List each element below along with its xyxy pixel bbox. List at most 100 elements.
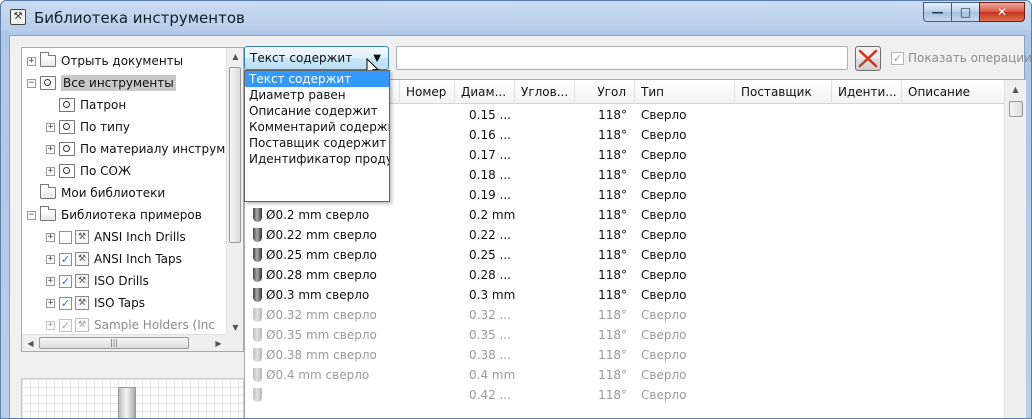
expand-icon[interactable]: +: [46, 232, 55, 242]
table-vertical-scrollbar[interactable]: ▲: [1004, 80, 1026, 418]
tree-item[interactable]: + ⚒ ANSI Inch Drills: [46, 226, 186, 248]
cell-dia: 0.19 ...: [469, 188, 511, 202]
table-row[interactable]: Ø0.25 mm сверло 0.25 ... 118° Сверло: [245, 245, 1005, 265]
tree-item-label: ISO Taps: [94, 296, 145, 310]
scroll-up-icon[interactable]: ▲: [227, 48, 243, 65]
library-icon: ⚒: [75, 274, 89, 288]
tree-item[interactable]: + По материалу инструм: [46, 138, 225, 160]
search-folder-icon: [59, 164, 75, 178]
cell-dia: 0.38 ...: [469, 348, 511, 362]
column-header-diameter[interactable]: Диам...: [455, 80, 515, 104]
table-row[interactable]: Ø0.2 mm сверло 0.2 mm 118° Сверло: [245, 205, 1005, 225]
column-header-corner[interactable]: Углов...: [515, 80, 575, 104]
tree-item[interactable]: + ✓ ⚒ ANSI Inch Taps: [46, 248, 182, 270]
expand-icon[interactable]: +: [46, 320, 55, 330]
close-button[interactable]: ✕: [979, 2, 1025, 22]
column-header-description[interactable]: Описание: [902, 80, 1005, 104]
library-icon: ⚒: [75, 252, 89, 266]
cell-name: Ø0.38 mm сверло: [266, 348, 377, 362]
tree-item-label: ISO Drills: [94, 274, 149, 288]
scroll-left-icon[interactable]: ◀: [22, 335, 39, 351]
library-checkbox[interactable]: [59, 230, 72, 244]
scroll-right-icon[interactable]: ▶: [210, 335, 227, 351]
drill-icon: [253, 368, 262, 382]
filter-mode-option[interactable]: Поставщик содержит: [245, 135, 389, 151]
cell-name: Ø0.25 mm сверло: [266, 248, 377, 262]
table-row[interactable]: Ø0.28 mm сверло 0.28 ... 118° Сверло: [245, 265, 1005, 285]
cell-angle: 118°: [598, 228, 627, 242]
library-checkbox[interactable]: ✓: [59, 318, 72, 332]
tree-item[interactable]: − Все инструменты: [27, 72, 176, 94]
tree-item-label: По материалу инструм: [80, 142, 226, 156]
title-bar[interactable]: ⚒ Библиотека инструментов — □ ✕: [1, 1, 1031, 34]
maximize-button[interactable]: □: [951, 2, 980, 22]
tree-item-label: Мои библиотеки: [61, 186, 166, 200]
filter-mode-option[interactable]: Текст содержит: [245, 71, 389, 87]
cell-angle: 118°: [598, 148, 627, 162]
tree-item[interactable]: + ✓ ⚒ ISO Drills: [46, 270, 149, 292]
table-row[interactable]: 0.42 ... 118° Сверло: [245, 385, 1005, 405]
column-header-id[interactable]: Иденти...: [832, 80, 902, 104]
filter-mode-option[interactable]: Описание содержит: [245, 103, 389, 119]
expand-icon[interactable]: +: [27, 56, 36, 66]
table-row[interactable]: Ø0.35 mm сверло 0.35 ... 118° Сверло: [245, 325, 1005, 345]
cell-angle: 118°: [598, 168, 627, 182]
expand-icon[interactable]: +: [46, 254, 55, 264]
search-folder-icon: [59, 98, 75, 112]
cell-dia: 0.25 ...: [469, 248, 511, 262]
collapse-icon[interactable]: −: [27, 210, 36, 220]
tree-hscroll-thumb[interactable]: |||: [39, 337, 189, 349]
cell-type: Сверло: [641, 288, 687, 302]
minimize-button[interactable]: —: [923, 2, 952, 22]
expand-icon[interactable]: +: [46, 144, 55, 154]
column-header-type[interactable]: Тип: [635, 80, 735, 104]
library-checkbox[interactable]: ✓: [59, 274, 72, 288]
clear-filter-icon: [858, 49, 878, 68]
tree-item[interactable]: + Отрыть документы: [27, 50, 183, 72]
tree-item[interactable]: + По типу: [46, 116, 130, 138]
expand-icon[interactable]: +: [46, 166, 55, 176]
tree-scroll-thumb[interactable]: [229, 67, 241, 243]
expand-icon[interactable]: +: [46, 122, 55, 132]
filter-mode-option[interactable]: Комментарий содержит: [245, 119, 389, 135]
expand-icon[interactable]: +: [46, 298, 55, 308]
cell-type: Сверло: [641, 168, 687, 182]
cell-name: Ø0.3 mm сверло: [266, 288, 370, 302]
tree-item[interactable]: + ✓ ⚒ Sample Holders (Inc: [46, 314, 215, 336]
cell-dia: 0.2 mm: [469, 208, 516, 222]
scroll-up-icon[interactable]: ▲: [1005, 80, 1026, 100]
tree-item[interactable]: Мои библиотеки: [27, 182, 165, 204]
tree-item[interactable]: + ✓ ⚒ ISO Taps: [46, 292, 145, 314]
library-checkbox[interactable]: ✓: [59, 252, 72, 266]
column-header-number[interactable]: Номер: [400, 80, 455, 104]
column-header-angle[interactable]: Угол: [575, 80, 635, 104]
show-operations-check[interactable]: ✓: [891, 51, 904, 65]
table-row[interactable]: Ø0.4 mm сверло 0.4 mm 118° Сверло: [245, 365, 1005, 385]
tree-item[interactable]: Патрон: [46, 94, 126, 116]
cell-dia: 0.22 ...: [469, 228, 511, 242]
table-scroll-thumb[interactable]: [1009, 101, 1023, 117]
library-checkbox[interactable]: ✓: [59, 296, 72, 310]
clear-filter-button[interactable]: [855, 46, 881, 71]
table-row[interactable]: Ø0.22 mm сверло 0.22 ... 118° Сверло: [245, 225, 1005, 245]
cell-name: [266, 385, 400, 405]
show-operations-label: Показать операции: [908, 51, 1032, 65]
collapse-icon[interactable]: −: [27, 78, 36, 88]
filter-mode-option[interactable]: Идентификатор продукт: [245, 151, 389, 167]
filter-mode-option[interactable]: Диаметр равен: [245, 87, 389, 103]
window-title: Библиотека инструментов: [34, 9, 245, 27]
tree-item[interactable]: − Библиотека примеров: [27, 204, 202, 226]
tree-item-label: ANSI Inch Taps: [94, 252, 182, 266]
tree-horizontal-scrollbar[interactable]: ◀ ||| ▶: [22, 334, 227, 351]
column-header-vendor[interactable]: Поставщик: [735, 80, 832, 104]
show-operations-checkbox[interactable]: ✓ Показать операции: [891, 51, 1032, 65]
tree-item-label: Патрон: [80, 98, 127, 112]
table-row[interactable]: Ø0.38 mm сверло 0.38 ... 118° Сверло: [245, 345, 1005, 365]
tree-item[interactable]: + По СОЖ: [46, 160, 131, 182]
table-row[interactable]: Ø0.3 mm сверло 0.3 mm 118° Сверло: [245, 285, 1005, 305]
expand-icon[interactable]: +: [46, 276, 55, 286]
table-row[interactable]: Ø0.32 mm сверло 0.32 ... 118° Сверло: [245, 305, 1005, 325]
tree-vertical-scrollbar[interactable]: ▲ ▼: [226, 48, 243, 336]
search-input[interactable]: [396, 46, 848, 70]
cell-angle: 118°: [598, 328, 627, 342]
